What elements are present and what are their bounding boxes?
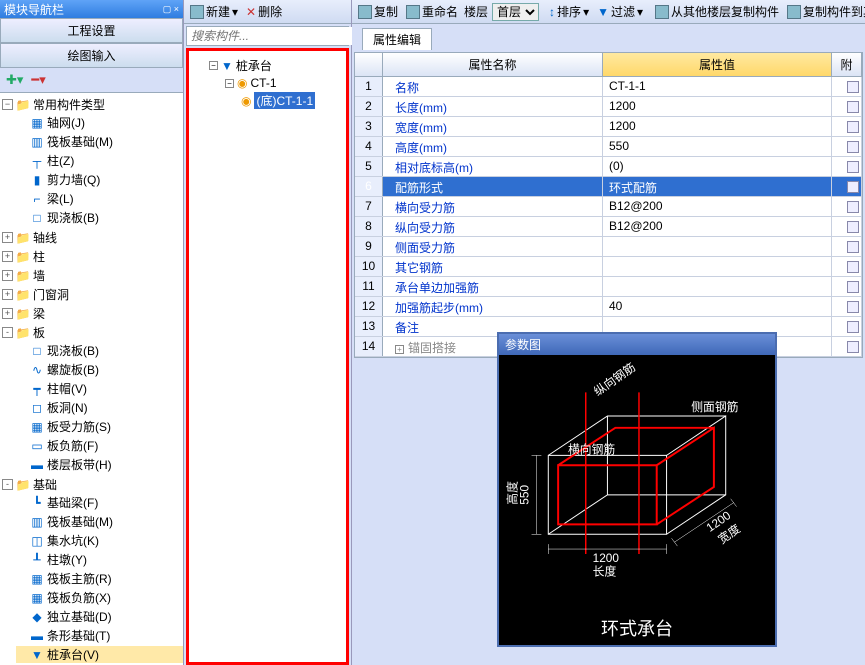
svg-text:长度: 长度 [593, 565, 617, 579]
panel-engineering[interactable]: 工程设置 [0, 18, 183, 43]
tab-property-edit[interactable]: 属性编辑 [362, 28, 432, 50]
property-grid: 属性名称 属性值 附 1 名称 CT-1-1 2 长度(mm) 1200 3 宽… [354, 52, 863, 358]
add-icon[interactable]: ✚▾ [6, 72, 23, 88]
tree-group[interactable]: +📁梁 [2, 305, 183, 322]
col-value: 属性值 [603, 53, 832, 76]
property-row[interactable]: 4 高度(mm) 550 [355, 137, 862, 157]
svg-text:1200: 1200 [593, 551, 620, 565]
copy-from-button[interactable]: 从其他楼层复制构件 [653, 2, 781, 21]
tree-item[interactable]: ▥筏板基础(M) [16, 513, 183, 530]
tree-group[interactable]: +📁墙 [2, 267, 183, 284]
tree-item[interactable]: ◫集水坑(K) [16, 532, 183, 549]
tree-group[interactable]: -📁基础 [2, 476, 183, 493]
nav-header: 模块导航栏 ▢ × [0, 0, 183, 18]
toolbar-secondary: 复制 重命名 楼层 首层 ↕排序▾ ▼过滤▾ 从其他楼层复制构件 复制构件到其 [352, 0, 865, 24]
tree-item[interactable]: ▦筏板主筋(R) [16, 570, 183, 587]
copy-button[interactable]: 复制 [356, 2, 400, 21]
remove-icon[interactable]: ━▾ [31, 72, 45, 88]
left-tree[interactable]: −📁常用构件类型▦轴网(J)▥筏板基础(M)┬柱(Z)▮剪力墙(Q)⌐梁(L)□… [0, 93, 183, 665]
property-row[interactable]: 8 纵向受力筋 B12@200 [355, 217, 862, 237]
tree-item[interactable]: ┬柱(Z) [16, 152, 183, 169]
delete-icon: ✕ [246, 5, 256, 19]
property-row[interactable]: 12 加强筋起步(mm) 40 [355, 297, 862, 317]
floor-select[interactable]: 首层 [492, 3, 539, 21]
property-grid-header: 属性名称 属性值 附 [355, 53, 862, 77]
component-tree[interactable]: −▼ 桩承台 −◉ CT-1 ◉ (底)CT-1-1 [186, 48, 349, 665]
copy-to-button[interactable]: 复制构件到其 [785, 2, 865, 21]
tree-item[interactable]: ▬条形基础(T) [16, 627, 183, 644]
ctree-leaf[interactable]: (底)CT-1-1 [254, 92, 315, 109]
tree-group[interactable]: +📁轴线 [2, 229, 183, 246]
copy-to-icon [787, 5, 801, 19]
tree-group[interactable]: -📁板 [2, 324, 183, 341]
sort-button[interactable]: ↕排序▾ [547, 2, 591, 21]
search-input[interactable] [187, 27, 352, 45]
left-column: 模块导航栏 ▢ × 工程设置 绘图输入 ✚▾ ━▾ −📁常用构件类型▦轴网(J)… [0, 0, 184, 665]
tree-item[interactable]: ┯柱帽(V) [16, 380, 183, 397]
new-icon [190, 5, 204, 19]
property-row[interactable]: 5 相对底标高(m) (0) [355, 157, 862, 177]
expander-icon[interactable]: − [225, 79, 234, 88]
delete-button[interactable]: ✕删除 [244, 2, 284, 21]
nav-pin-icon[interactable]: ▢ × [163, 4, 179, 15]
col-name: 属性名称 [383, 53, 603, 76]
center-column: 新建▾ ✕删除 🔍 −▼ 桩承台 −◉ CT-1 ◉ (底)CT-1-1 [184, 0, 352, 665]
tree-item[interactable]: ⌐梁(L) [16, 190, 183, 207]
left-icon-bar: ✚▾ ━▾ [0, 68, 183, 93]
tree-item[interactable]: ▥筏板基础(M) [16, 133, 183, 150]
property-row[interactable]: 3 宽度(mm) 1200 [355, 117, 862, 137]
property-row[interactable]: 9 侧面受力筋 [355, 237, 862, 257]
prop-tabs: 属性编辑 [354, 26, 863, 52]
ctree-root: 桩承台 [236, 57, 272, 74]
param-diagram: 侧面钢筋 横向钢筋 纵向钢筋 550 高度 1200 长度 1200 宽度 [499, 355, 775, 611]
copy-icon [358, 5, 372, 19]
tree-item[interactable]: ▦轴网(J) [16, 114, 183, 131]
tree-item[interactable]: ▬楼层板带(H) [16, 456, 183, 473]
toolbar-main: 新建▾ ✕删除 [184, 0, 351, 24]
property-row[interactable]: 2 长度(mm) 1200 [355, 97, 862, 117]
ctree-child: CT-1 [250, 76, 276, 90]
rename-button[interactable]: 重命名 [404, 2, 460, 21]
filter-icon: ▼ [597, 5, 609, 19]
tree-item[interactable]: ▦筏板负筋(X) [16, 589, 183, 606]
tree-group[interactable]: +📁柱 [2, 248, 183, 265]
svg-text:横向钢筋: 横向钢筋 [568, 442, 615, 456]
tree-item[interactable]: ▭板负筋(F) [16, 437, 183, 454]
tree-item[interactable]: ▼桩承台(V) [16, 646, 183, 663]
tree-item[interactable]: ◻板洞(N) [16, 399, 183, 416]
property-row[interactable]: 6 配筋形式 环式配筋 [355, 177, 862, 197]
param-title: 参数图 [499, 334, 775, 355]
floor-label: 楼层 [464, 3, 488, 20]
copy-from-icon [655, 5, 669, 19]
tree-item[interactable]: □现浇板(B) [16, 209, 183, 226]
tree-group[interactable]: +📁门窗洞 [2, 286, 183, 303]
new-button[interactable]: 新建▾ [188, 2, 240, 21]
search-box: 🔍 [186, 26, 349, 46]
tree-item[interactable]: ◆独立基础(D) [16, 608, 183, 625]
col-extra: 附 [832, 53, 862, 76]
panel-drawing[interactable]: 绘图输入 [0, 43, 183, 68]
param-caption: 环式承台 [499, 611, 775, 645]
property-row[interactable]: 1 名称 CT-1-1 [355, 77, 862, 97]
filter-button[interactable]: ▼过滤▾ [595, 2, 645, 21]
svg-text:侧面钢筋: 侧面钢筋 [691, 400, 738, 414]
nav-title: 模块导航栏 [4, 1, 64, 18]
expander-icon[interactable]: − [209, 61, 218, 70]
tree-item[interactable]: ┗基础梁(F) [16, 494, 183, 511]
svg-text:高度: 高度 [506, 481, 520, 505]
svg-text:纵向钢筋: 纵向钢筋 [591, 360, 638, 399]
tree-item[interactable]: ∿螺旋板(B) [16, 361, 183, 378]
parameter-diagram-panel[interactable]: 参数图 侧面钢筋 横向钢筋 纵向钢筋 550 高度 1200 [497, 332, 777, 647]
sort-icon: ↕ [549, 5, 555, 19]
rename-icon [406, 5, 420, 19]
property-row[interactable]: 10 其它钢筋 [355, 257, 862, 277]
property-row[interactable]: 11 承台单边加强筋 [355, 277, 862, 297]
tree-item[interactable]: ▮剪力墙(Q) [16, 171, 183, 188]
property-row[interactable]: 7 横向受力筋 B12@200 [355, 197, 862, 217]
tree-item[interactable]: □现浇板(B) [16, 342, 183, 359]
tree-item[interactable]: ▦板受力筋(S) [16, 418, 183, 435]
tree-item[interactable]: ┸柱墩(Y) [16, 551, 183, 568]
